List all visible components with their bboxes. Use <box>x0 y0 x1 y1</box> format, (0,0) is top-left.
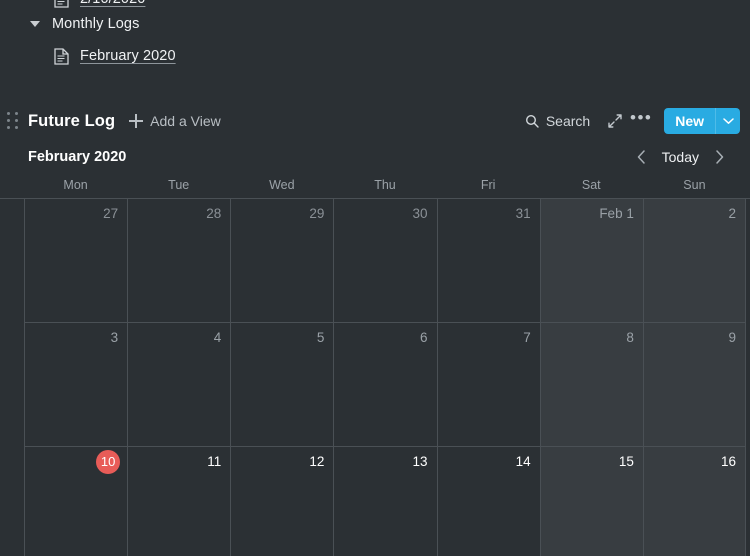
document-icon <box>54 47 69 65</box>
calendar-day-cell[interactable]: 6 <box>333 323 437 447</box>
calendar-day-cell[interactable]: 8 <box>539 323 643 447</box>
calendar-day-cell[interactable]: 16 <box>642 447 746 556</box>
calendar-day-cell[interactable]: 31 <box>436 199 540 323</box>
chevron-right-icon <box>715 150 723 164</box>
weekday-header-mon: Mon <box>63 178 88 192</box>
sidebar-item-label: 2/10/2020 <box>80 0 145 7</box>
calendar-header: February 2020 Today <box>0 142 750 172</box>
caret-down-icon[interactable] <box>30 18 42 30</box>
grid-gutter <box>746 199 750 323</box>
calendar-day-cell[interactable]: 29 <box>230 199 334 323</box>
day-number: 13 <box>412 454 428 469</box>
calendar-day-cell[interactable]: 5 <box>230 323 334 447</box>
sidebar-item-february-2020[interactable]: February 2020 <box>0 40 750 72</box>
weekday-header-wed: Wed <box>269 178 295 192</box>
search-label: Search <box>545 113 591 129</box>
add-a-view-button[interactable]: Add a View <box>129 113 221 129</box>
day-number: 12 <box>309 454 325 469</box>
calendar-month-label: February 2020 <box>28 149 127 165</box>
day-number: 7 <box>523 330 531 345</box>
calendar-day-cell[interactable]: 11 <box>127 447 231 556</box>
calendar-day-cell[interactable]: 30 <box>333 199 437 323</box>
weekday-header-row: Mon Tue Wed Thu Fri Sat Sun <box>0 172 750 198</box>
weekday-header-thu: Thu <box>374 178 396 192</box>
previous-month-button[interactable] <box>631 146 653 168</box>
today-button[interactable]: Today <box>655 149 706 165</box>
weekday-header-tue: Tue <box>168 178 190 192</box>
calendar-day-cell[interactable]: 27 <box>24 199 128 323</box>
sidebar-item-daily-log[interactable]: 2/10/2020 <box>0 0 750 8</box>
grid-gutter <box>0 199 24 323</box>
view-toolbar: Future Log Add a View Search ••• New <box>0 100 750 142</box>
calendar-day-cell[interactable]: 2 <box>642 199 746 323</box>
day-number: 14 <box>515 454 531 469</box>
day-number: 9 <box>728 330 736 345</box>
day-number: 30 <box>412 206 428 221</box>
new-dropdown-button[interactable] <box>715 108 740 134</box>
toolbar-actions: Search ••• New <box>519 108 740 134</box>
day-number: 15 <box>618 454 634 469</box>
calendar-grid: 27 28 29 30 31 Feb 1 2 3 4 5 6 7 8 9 10 11 12 13 14 15 16 <box>0 198 750 556</box>
day-number: 3 <box>110 330 119 345</box>
calendar-day-cell[interactable]: 10 <box>24 447 128 556</box>
new-button-group: New <box>664 108 740 134</box>
calendar-day-cell[interactable]: Feb 1 <box>539 199 643 323</box>
calendar-day-cell[interactable]: 3 <box>24 323 128 447</box>
grid-gutter <box>0 323 24 447</box>
chevron-left-icon <box>637 150 645 164</box>
grid-gutter <box>746 447 750 556</box>
weekday-header-sat: Sat <box>581 178 601 192</box>
day-number: 31 <box>515 206 531 221</box>
next-month-button[interactable] <box>708 146 730 168</box>
calendar-day-cell[interactable]: 14 <box>436 447 540 556</box>
day-number: 29 <box>309 206 325 221</box>
drag-handle-icon[interactable] <box>6 112 20 130</box>
day-number: 6 <box>420 330 428 345</box>
day-number: 27 <box>103 206 119 221</box>
search-button[interactable]: Search <box>519 109 596 133</box>
document-icon <box>54 0 69 8</box>
sidebar-group-monthly-logs[interactable]: Monthly Logs <box>0 8 750 40</box>
sidebar-group-label: Monthly Logs <box>52 16 140 32</box>
weekday-header-sun: Sun <box>683 178 706 192</box>
chevron-down-icon <box>722 117 734 124</box>
day-number: 5 <box>316 330 325 345</box>
sidebar-item-label: February 2020 <box>80 48 176 64</box>
calendar-navigation: Today <box>631 146 730 168</box>
sidebar-tree: 2/10/2020 Monthly Logs February 2020 <box>0 0 750 100</box>
calendar-day-cell[interactable]: 9 <box>642 323 746 447</box>
day-number: 2 <box>728 206 736 221</box>
search-icon <box>525 114 539 128</box>
day-number: 28 <box>206 206 222 221</box>
add-a-view-label: Add a View <box>150 113 221 129</box>
calendar-day-cell[interactable]: 15 <box>539 447 643 556</box>
calendar-day-cell[interactable]: 13 <box>333 447 437 556</box>
day-number: 8 <box>626 330 634 345</box>
calendar-day-cell[interactable]: 28 <box>127 199 231 323</box>
ellipsis-icon[interactable]: ••• <box>628 108 654 134</box>
calendar-day-cell[interactable]: 4 <box>127 323 231 447</box>
weekday-header-fri: Fri <box>480 178 496 192</box>
expand-arrows-icon[interactable] <box>602 108 628 134</box>
day-number: Feb 1 <box>599 206 634 221</box>
day-number: 11 <box>207 454 222 469</box>
plus-icon <box>129 114 144 128</box>
page-title: Future Log <box>28 111 116 130</box>
new-button[interactable]: New <box>664 108 715 134</box>
calendar-day-cell[interactable]: 7 <box>436 323 540 447</box>
calendar-day-cell[interactable]: 12 <box>230 447 334 556</box>
grid-gutter <box>0 447 24 556</box>
grid-gutter <box>746 323 750 447</box>
day-number: 16 <box>720 454 736 469</box>
today-date-badge: 10 <box>96 450 121 474</box>
day-number: 4 <box>213 330 222 345</box>
